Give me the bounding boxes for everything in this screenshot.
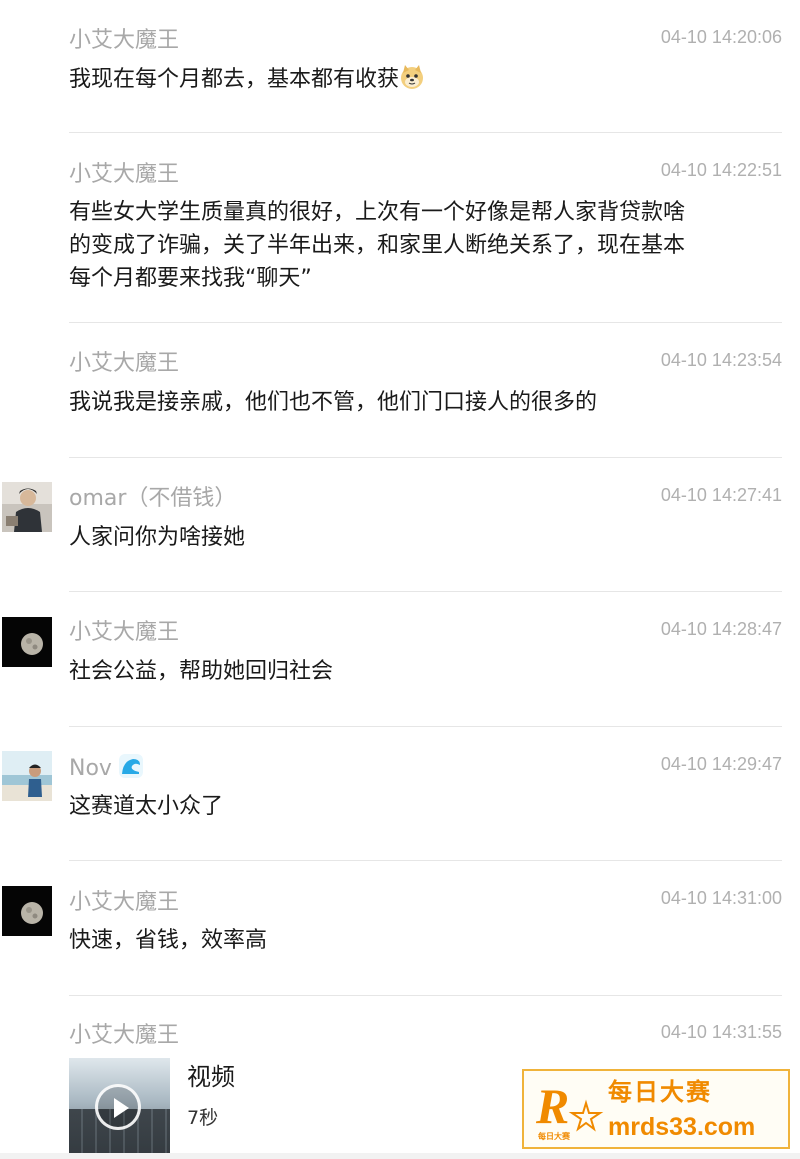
avatar[interactable] [2,617,52,667]
message-text: 我说我是接亲戚，他们也不管，他们门口接人的很多的 [69,390,598,415]
watermark-site: mrds33.com [608,1113,756,1141]
message-text-content: 我现在每个月都去，基本都有收获 [69,67,400,92]
message-text: 有些女大学生质量真的很好，上次有一个好像是帮人家背贷款啥 的变成了诈骗，关了半年… [69,196,749,295]
svg-text:R: R [535,1078,569,1134]
video-thumbnail[interactable] [69,1058,170,1155]
message-line: 有些女大学生质量真的很好，上次有一个好像是帮人家背贷款啥 [69,200,686,225]
moon-avatar-icon [2,617,52,667]
message-divider [69,591,782,592]
message-time: 04-10 14:31:00 [660,888,782,908]
message-line: 每个月都要来找我“聊天” [69,266,312,291]
message-divider [69,322,782,323]
message-text: 我现在每个月都去，基本都有收获 [69,63,749,96]
bottom-edge [0,1153,800,1159]
message-time: 04-10 14:20:06 [660,27,782,47]
sender-name[interactable]: 小艾大魔王 [69,618,179,648]
doge-emoji-icon [401,65,424,89]
message-time: 04-10 14:28:47 [660,619,782,639]
message-time: 04-10 14:29:47 [660,754,782,774]
svg-text:每日大赛: 每日大赛 [538,1131,571,1141]
sender-name-text: Nov [69,756,112,781]
wave-icon [118,754,143,778]
sender-name[interactable]: 小艾大魔王 [69,160,179,190]
chat-history: 小艾大魔王 04-10 14:20:06 我现在每个月都去，基本都有收获 小艾大… [0,0,800,1159]
message-time: 04-10 14:22:51 [660,160,782,180]
avatar[interactable] [2,886,52,936]
watermark-name: 每日大赛 [608,1078,712,1106]
message-divider [69,132,782,133]
avatar[interactable] [2,751,52,801]
play-icon[interactable] [95,1084,141,1130]
message-text: 快速，省钱，效率高 [69,928,268,953]
sender-name[interactable]: 小艾大魔王 [69,888,179,918]
sender-name[interactable]: 小艾大魔王 [69,349,179,379]
message-time: 04-10 14:31:55 [660,1022,782,1042]
message-divider [69,457,782,458]
video-duration: 7秒 [187,1107,219,1129]
message-time: 04-10 14:23:54 [660,350,782,370]
sender-name[interactable]: omar（不借钱） [69,484,236,514]
beach-avatar-icon [2,751,52,801]
star-logo-icon: R 每日大赛 [535,1078,604,1141]
message-time: 04-10 14:27:41 [660,485,782,505]
sender-name[interactable]: 小艾大魔王 [69,26,179,56]
message-text: 这赛道太小众了 [69,794,224,819]
message-divider [69,995,782,996]
sender-name[interactable]: Nov [69,753,144,784]
message-text: 社会公益，帮助她回归社会 [69,659,334,684]
moon-avatar-icon [2,886,52,936]
message-divider [69,860,782,861]
man-avatar-icon [2,482,52,532]
sender-name[interactable]: 小艾大魔王 [69,1021,179,1051]
message-divider [69,726,782,727]
video-title[interactable]: 视频 [187,1060,235,1094]
watermark-banner: R 每日大赛 每日大赛 mrds33.com [522,1069,790,1149]
message-line: 的变成了诈骗，关了半年出来，和家里人断绝关系了，现在基本 [69,233,686,258]
avatar[interactable] [2,482,52,532]
message-text: 人家问你为啥接她 [69,525,246,550]
